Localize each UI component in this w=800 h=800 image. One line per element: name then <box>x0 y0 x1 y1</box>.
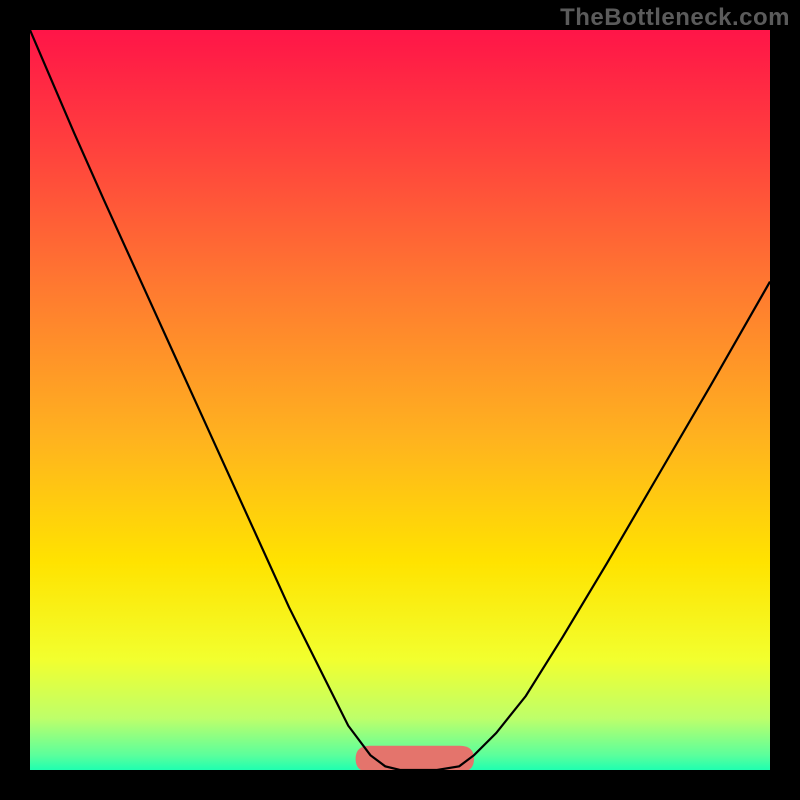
watermark-text: TheBottleneck.com <box>560 4 790 32</box>
chart-background <box>30 30 770 770</box>
chart-svg <box>30 30 770 770</box>
chart-plot-area <box>30 30 770 770</box>
